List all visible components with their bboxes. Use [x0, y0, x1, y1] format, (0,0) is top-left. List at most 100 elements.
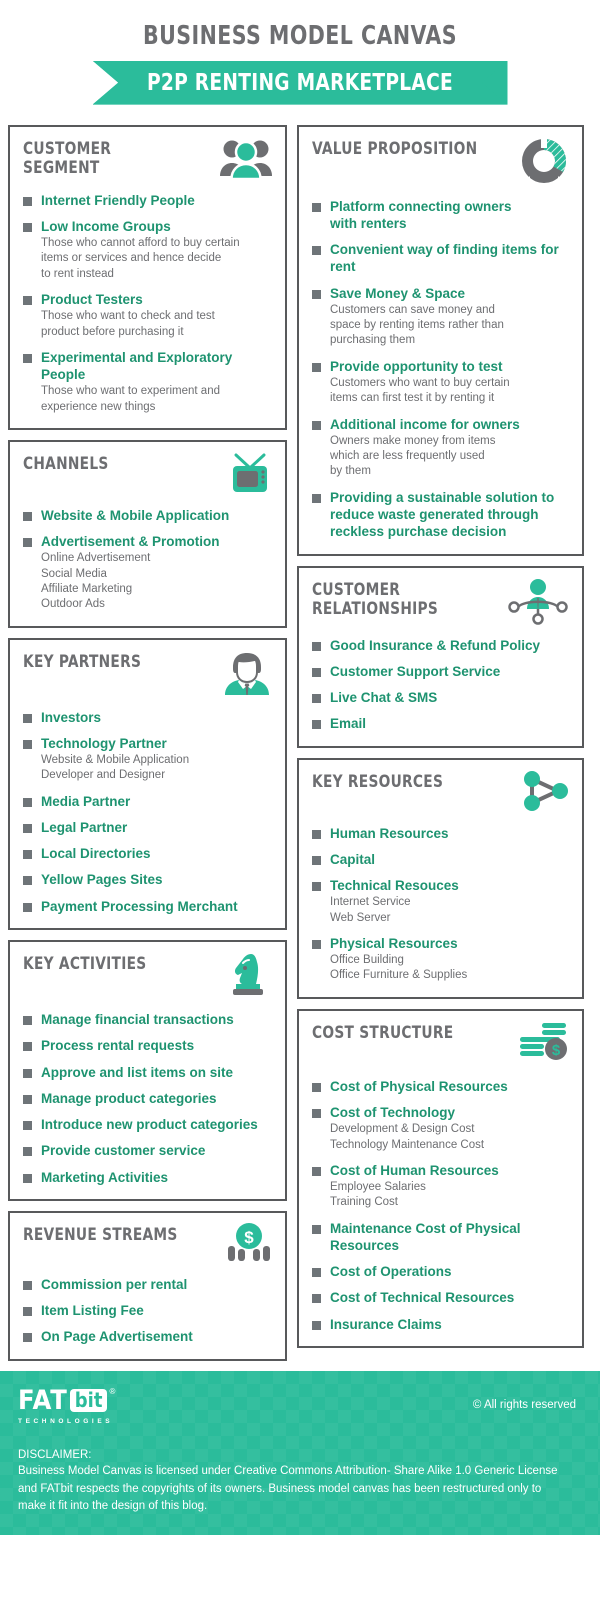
list-item: Media Partner	[23, 793, 273, 810]
bullet-square-icon	[23, 1068, 32, 1078]
logo-fat-text: FAT	[18, 1384, 68, 1416]
bullet-square-icon	[23, 222, 32, 232]
item-label: Manage financial transactions	[41, 1011, 234, 1027]
television-icon	[227, 451, 273, 500]
panel-title-customer-relationships: Customer Relationships	[312, 579, 439, 620]
item-label: Platform connecting owners with renters	[330, 198, 512, 231]
item-list-value-proposition: Platform connecting owners with renters …	[312, 198, 570, 541]
item-label: Item Listing Fee	[41, 1303, 144, 1319]
item-sub: Those who want to experiment and experie…	[41, 385, 220, 413]
item-label: Local Directories	[41, 846, 151, 862]
list-item: Approve and list items on site	[23, 1064, 273, 1081]
item-label: Convenient way of finding items for rent	[330, 242, 559, 275]
network-person-icon	[506, 577, 570, 630]
item-label: Process rental requests	[41, 1038, 195, 1054]
panel-revenue-streams: Revenue Streams $	[8, 1210, 287, 1361]
item-label: Media Partner	[41, 793, 131, 809]
list-item: Maintenance Cost of Physical Resources	[312, 1220, 570, 1255]
bullet-square-icon	[23, 1173, 32, 1183]
list-item: Technical Resouces Internet Service Web …	[312, 877, 570, 926]
list-item: Cost of Technical Resources	[312, 1289, 570, 1306]
item-label: Provide customer service	[41, 1143, 206, 1159]
bullet-square-icon	[23, 511, 32, 521]
panel-cost-structure: Cost Structure $	[297, 1008, 584, 1348]
item-label: Cost of Human Resources	[330, 1162, 499, 1178]
bullet-square-icon	[312, 1082, 321, 1092]
list-item: Cost of Human Resources Employee Salarie…	[312, 1162, 570, 1211]
item-label: Technical Resouces	[330, 878, 459, 894]
item-label: Physical Resources	[330, 935, 458, 951]
list-item: Investors	[23, 709, 273, 726]
item-label: Website & Mobile Application	[41, 507, 230, 523]
item-label: Introduce new product categories	[41, 1117, 258, 1133]
item-sub: Customers can save money and space by re…	[330, 303, 504, 347]
bullet-square-icon	[312, 289, 321, 299]
bullet-square-icon	[23, 1147, 32, 1157]
item-label: Capital	[330, 851, 376, 867]
list-item: Human Resources	[312, 825, 570, 842]
coin-stack-icon: $	[516, 1020, 570, 1071]
item-sub: Internet Service Web Server	[330, 896, 411, 924]
list-item: Manage product categories	[23, 1090, 273, 1107]
bullet-square-icon	[23, 538, 32, 548]
donut-chart-icon	[518, 136, 570, 191]
left-column: Customer Segment	[8, 124, 287, 1361]
list-item: Item Listing Fee	[23, 1302, 273, 1319]
list-item: Customer Support Service	[312, 663, 570, 680]
item-label: Customer Support Service	[330, 663, 501, 679]
item-list-revenue-streams: Commission per rental Item Listing Fee O…	[23, 1276, 273, 1346]
list-item: Provide opportunity to test Customers wh…	[312, 358, 570, 407]
item-list-customer-segment: Internet Friendly People Low Income Grou…	[23, 192, 273, 415]
bullet-square-icon	[23, 1015, 32, 1025]
item-sub: Office Building Office Furniture & Suppl…	[330, 954, 468, 982]
list-item: Technology Partner Website & Mobile Appl…	[23, 735, 273, 784]
registered-trademark-icon: ®	[109, 1386, 116, 1396]
item-label: Experimental and Exploratory People	[41, 349, 233, 383]
bullet-square-icon	[312, 641, 321, 651]
list-item: Advertisement & Promotion Online Adverti…	[23, 533, 273, 612]
item-label: Human Resources	[330, 825, 449, 841]
item-label: Marketing Activities	[41, 1169, 169, 1185]
item-list-cost-structure: Cost of Physical Resources Cost of Techn…	[312, 1078, 570, 1333]
item-list-channels: Website & Mobile Application Advertiseme…	[23, 507, 273, 613]
list-item: Provide customer service	[23, 1142, 273, 1159]
list-item: Providing a sustainable solution to redu…	[312, 489, 570, 541]
item-sub: Owners make money from items which are l…	[330, 434, 496, 478]
bullet-square-icon	[312, 694, 321, 704]
item-label: Good Insurance & Refund Policy	[330, 637, 541, 653]
panel-key-partners: Key Partners	[8, 637, 287, 930]
list-item: Capital	[312, 851, 570, 868]
item-sub: Employee Salaries Training Cost	[330, 1181, 426, 1209]
bullet-square-icon	[23, 1333, 32, 1343]
fatbit-logo: FAT bit ® TECHNOLOGIES	[18, 1387, 115, 1425]
bullet-square-icon	[312, 1268, 321, 1278]
panel-title-key-partners: Key Partners	[23, 651, 142, 672]
disclaimer-label: DISCLAIMER:	[18, 1448, 92, 1461]
item-label: Investors	[41, 709, 102, 725]
item-sub: Development & Design Cost Technology Mai…	[330, 1123, 485, 1151]
item-label: Yellow Pages Sites	[41, 872, 163, 888]
item-list-key-activities: Manage financial transactions Process re…	[23, 1011, 273, 1186]
list-item: Internet Friendly People	[23, 192, 273, 209]
item-label: Product Testers	[41, 291, 143, 307]
list-item: Payment Processing Merchant	[23, 898, 273, 915]
list-item: Local Directories	[23, 845, 273, 862]
list-item: Platform connecting owners with renters	[312, 198, 570, 233]
bullet-square-icon	[312, 1109, 321, 1119]
panel-title-channels: Channels	[23, 453, 109, 474]
list-item: Marketing Activities	[23, 1169, 273, 1186]
item-label: On Page Advertisement	[41, 1329, 193, 1345]
list-item: Live Chat & SMS	[312, 689, 570, 706]
list-item: Additional income for owners Owners make…	[312, 416, 570, 480]
bullet-square-icon	[312, 202, 321, 212]
panel-key-activities: Key Activities Manage f	[8, 939, 287, 1201]
list-item: Good Insurance & Refund Policy	[312, 637, 570, 654]
item-sub: Those who want to check and test product…	[41, 310, 215, 338]
panel-key-resources: Key Resources Human Resources	[297, 757, 584, 999]
bullet-square-icon	[23, 1042, 32, 1052]
item-list-customer-relationships: Good Insurance & Refund Policy Customer …	[312, 637, 570, 733]
disclaimer-text: Business Model Canvas is licensed under …	[18, 1465, 558, 1512]
bullet-square-icon	[312, 420, 321, 430]
item-label: Manage product categories	[41, 1090, 217, 1106]
item-label: Additional income for owners	[330, 416, 520, 432]
